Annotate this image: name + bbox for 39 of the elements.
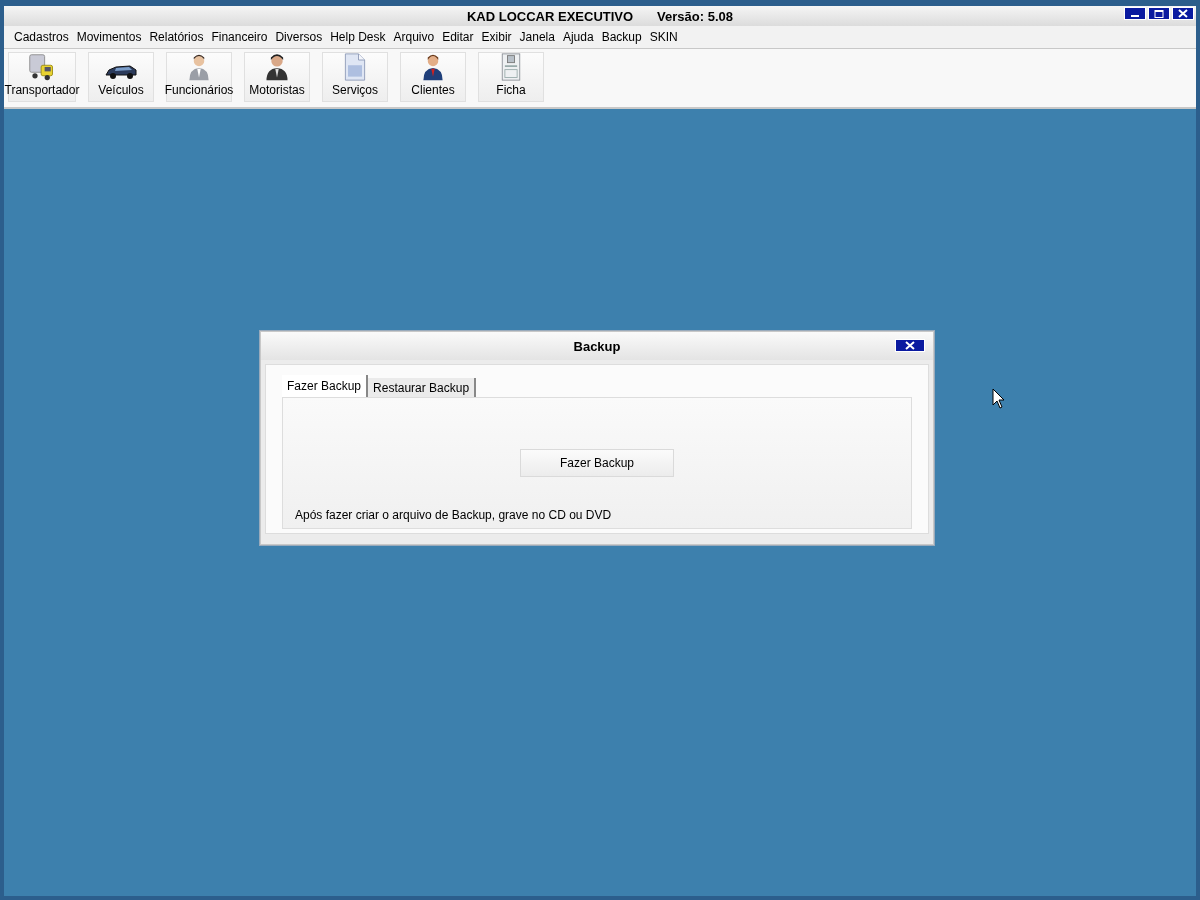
backup-button[interactable]: Fazer Backup	[520, 449, 674, 477]
menu-item[interactable]: Arquivo	[389, 29, 439, 45]
dialog-title: Backup	[573, 338, 621, 354]
menu-item[interactable]: Editar	[438, 29, 478, 45]
menu-item[interactable]: Relatórios	[145, 29, 208, 45]
menu-item[interactable]: SKIN	[645, 29, 682, 45]
close-icon	[1178, 9, 1188, 18]
maximize-icon	[1154, 9, 1164, 18]
menu-item[interactable]: Janela	[515, 29, 559, 45]
tab[interactable]: Fazer Backup	[282, 375, 369, 397]
menu-item[interactable]: Financeiro	[207, 29, 272, 45]
menu-item[interactable]: Backup	[597, 29, 646, 45]
toolbar-button[interactable]: Funcionários	[166, 52, 232, 102]
close-icon	[905, 341, 915, 350]
person-icon	[186, 53, 212, 81]
menu-item[interactable]: Diversos	[271, 29, 327, 45]
cursor-icon	[992, 388, 1006, 410]
version-label: Versão: 5.08	[657, 8, 733, 24]
toolbar-button[interactable]: Motoristas	[244, 52, 310, 102]
document-icon	[342, 53, 368, 81]
info-text: Após fazer criar o arquivo de Backup, grave no CD ou DVD	[295, 508, 612, 522]
minimize-button[interactable]	[1124, 7, 1146, 20]
menu-item[interactable]: Cadastros	[10, 29, 73, 45]
toolbar-button[interactable]: Clientes	[400, 52, 466, 102]
menu-item[interactable]: Ajuda	[558, 29, 598, 45]
menu-item[interactable]: Exibir	[477, 29, 516, 45]
toolbar-button[interactable]: Serviços	[322, 52, 388, 102]
minimize-icon	[1131, 15, 1139, 17]
close-button[interactable]	[895, 339, 925, 352]
person-icon	[420, 53, 446, 81]
form-icon	[500, 53, 522, 81]
window-title: KAD LOCCAR EXECUTIVO	[467, 8, 634, 24]
toolbar-button[interactable]: Veículos	[88, 52, 154, 102]
maximize-button[interactable]	[1148, 7, 1170, 20]
menu-item[interactable]: Help Desk	[326, 29, 390, 45]
close-button[interactable]	[1172, 7, 1194, 20]
tab[interactable]: Restaurar Backup	[368, 378, 477, 397]
toolbar-button[interactable]: Ficha	[478, 52, 544, 102]
menu-item[interactable]: Movimentos	[72, 29, 146, 45]
